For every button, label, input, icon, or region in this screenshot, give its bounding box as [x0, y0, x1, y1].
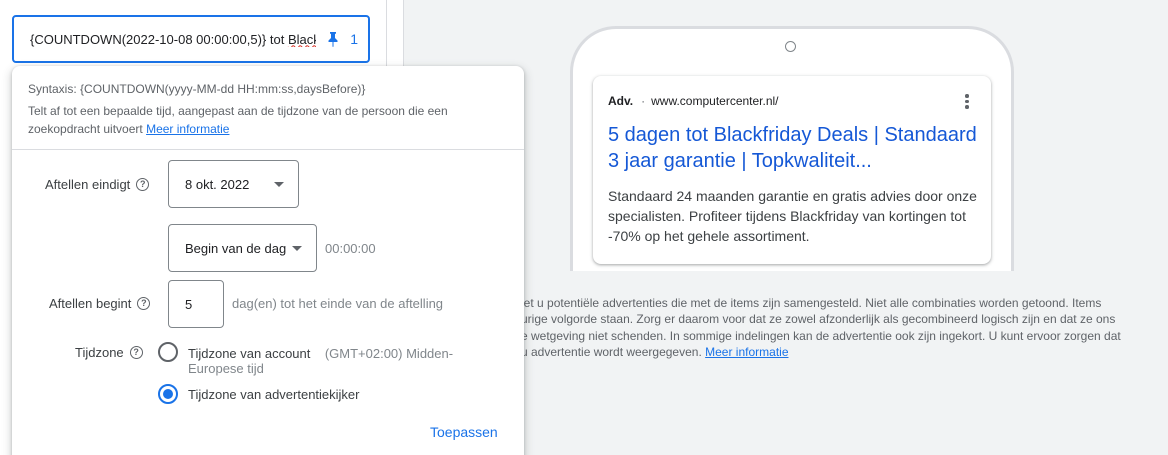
pin-position-count: 1 — [350, 31, 358, 47]
help-icon[interactable]: ? — [129, 346, 143, 359]
help-icon[interactable]: ? — [136, 178, 150, 191]
ad-description: Standaard 24 maanden garantie en gratis … — [608, 188, 977, 244]
ad-preview-card: Adv. · www.computercenter.nl/ 5 dagen to… — [593, 76, 991, 264]
ad-badge: Adv. — [608, 94, 634, 108]
radio-timezone-account[interactable] — [158, 342, 178, 362]
days-suffix: dag(en) tot het einde van de aftelling — [232, 296, 444, 311]
help-icon[interactable]: ? — [137, 297, 151, 310]
ad-display-url: www.computercenter.nl/ — [651, 94, 779, 108]
timezone-account-label: Tijdzone van account (GMT+02:00) Midden-… — [188, 346, 508, 376]
timezone-label: Tijdzone ? — [75, 345, 143, 360]
date-select[interactable]: 8 okt. 2022 — [168, 160, 299, 208]
countdown-description: Telt af tot een bepaalde tijd, aangepast… — [28, 102, 488, 138]
disclaimer-line: e wetgeving niet schenden. In sommige in… — [521, 328, 1121, 343]
separator-dot: · — [641, 94, 646, 108]
camera-icon — [785, 41, 796, 52]
countdown-popup: Syntaxis: {COUNTDOWN(yyyy-MM-dd HH:mm:ss… — [12, 66, 524, 455]
headline-text-main: {COUNTDOWN(2022-10-08 00:00:00,5)} tot — [30, 31, 288, 47]
headline-input[interactable]: {COUNTDOWN(2022-10-08 00:00:00,5)} tot B… — [12, 15, 370, 63]
time-readout: 00:00:00 — [325, 241, 376, 256]
syntax-text: Syntaxis: {COUNTDOWN(yyyy-MM-dd HH:mm:ss… — [28, 82, 366, 96]
ad-headline: 5 dagen tot Blackfriday Deals | Standaar… — [608, 124, 977, 172]
date-select-value: 8 okt. 2022 — [185, 176, 250, 192]
timezone-viewer-label: Tijdzone van advertentiekijker — [188, 387, 360, 402]
more-info-link[interactable]: Meer informatie — [705, 345, 788, 359]
days-before-input[interactable]: 5 — [168, 280, 224, 328]
pin-icon[interactable] — [326, 31, 340, 47]
countdown-starts-label: Aftellen begint ? — [49, 296, 151, 311]
popup-header: Syntaxis: {COUNTDOWN(yyyy-MM-dd HH:mm:ss… — [12, 66, 524, 150]
radio-timezone-viewer[interactable] — [158, 384, 178, 404]
disclaimer-line: iet u potentiële advertenties die met de… — [521, 296, 1102, 310]
time-of-day-value: Begin van de dag — [185, 240, 287, 256]
preview-disclaimer: iet u potentiële advertenties die met de… — [521, 295, 1161, 360]
kebab-menu-icon[interactable] — [965, 94, 969, 111]
headline-text-misspelled: Blackf — [287, 31, 316, 47]
disclaimer-line: urige volgorde staan. Zorg er daarom voo… — [521, 312, 1116, 327]
headline-input-text: {COUNTDOWN(2022-10-08 00:00:00,5)} tot B… — [30, 32, 316, 47]
description-text: Telt af tot een bepaalde tijd, aangepast… — [28, 104, 448, 136]
countdown-ends-text: Aftellen eindigt — [45, 177, 131, 192]
chevron-down-icon — [292, 245, 302, 251]
timezone-account-text: Tijdzone van account — [188, 346, 311, 361]
time-of-day-select[interactable]: Begin van de dag — [168, 224, 317, 272]
countdown-ends-label: Aftellen eindigt ? — [45, 177, 150, 192]
countdown-starts-text: Aftellen begint — [49, 296, 132, 311]
apply-button[interactable]: Toepassen — [430, 424, 498, 440]
timezone-text: Tijdzone — [75, 345, 124, 360]
chevron-down-icon — [274, 181, 284, 187]
more-info-link[interactable]: Meer informatie — [146, 122, 229, 136]
ad-header: Adv. · www.computercenter.nl/ — [608, 94, 779, 108]
disclaimer-line: u advertentie wordt weergegeven. — [521, 344, 702, 359]
